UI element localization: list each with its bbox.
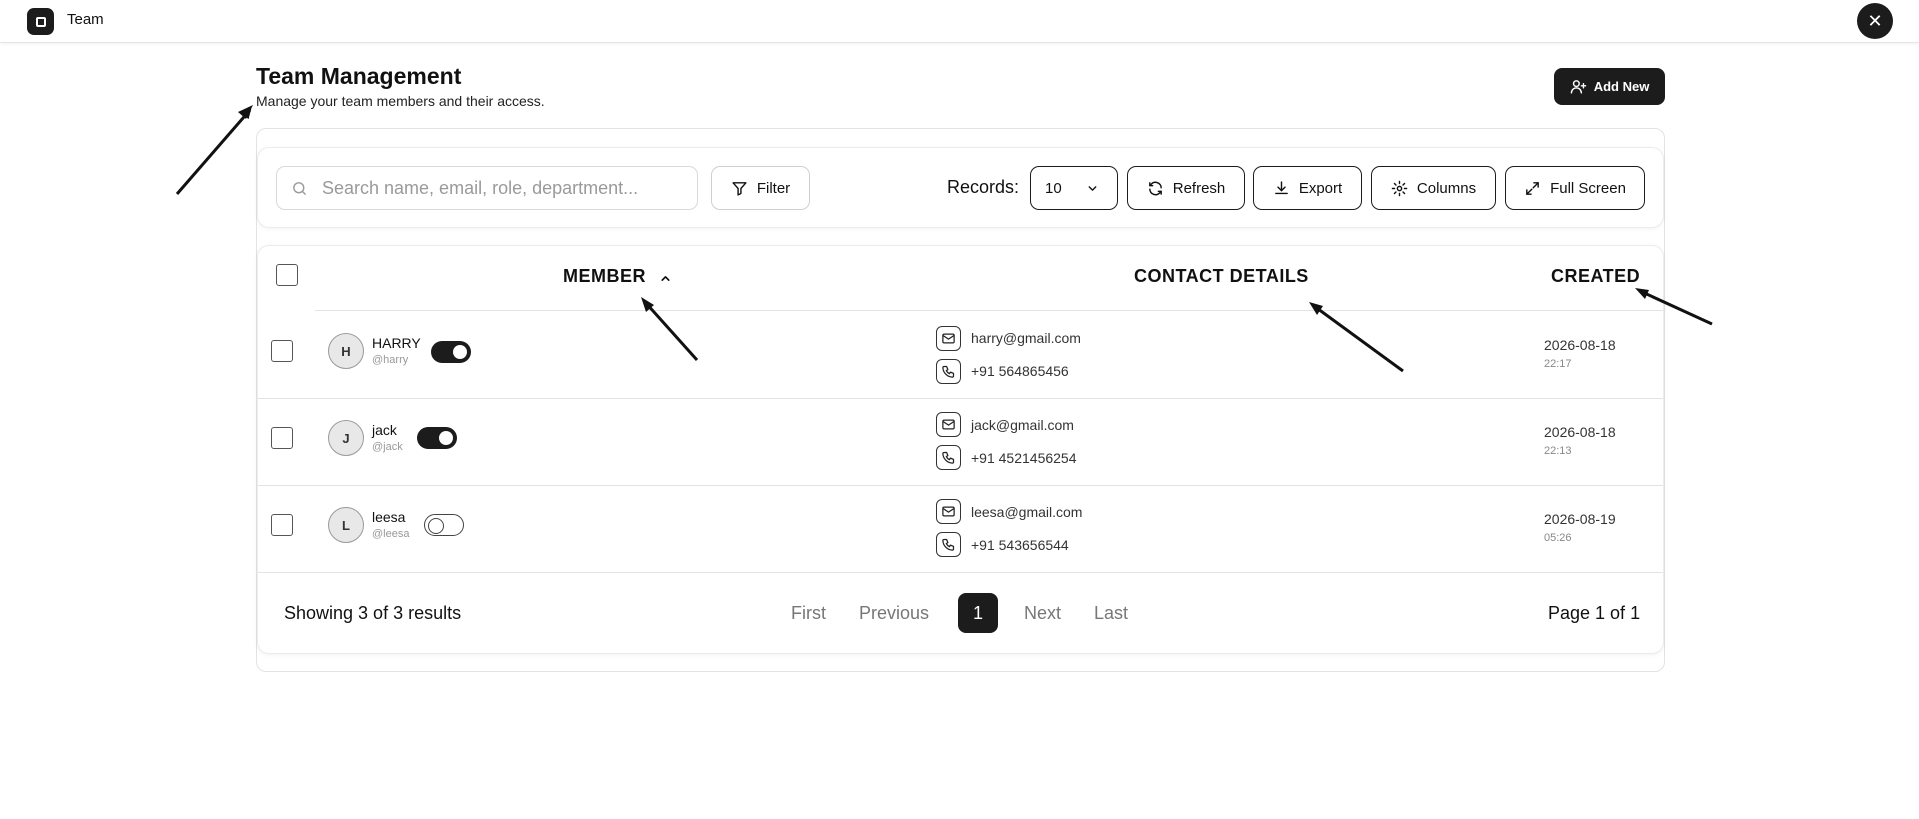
records-select[interactable]: 10 [1030, 166, 1118, 210]
member-name: HARRY [372, 335, 421, 351]
status-toggle[interactable] [431, 341, 471, 363]
avatar: J [328, 420, 364, 456]
member-email[interactable]: leesa@gmail.com [971, 504, 1082, 520]
column-header-contact[interactable]: CONTACT DETAILS [1134, 266, 1309, 287]
app-logo-icon [27, 8, 54, 35]
phone-icon [936, 532, 961, 557]
current-page-button[interactable]: 1 [958, 593, 998, 633]
footer-divider [258, 572, 1663, 573]
member-handle: @leesa [372, 528, 410, 540]
export-button[interactable]: Export [1253, 166, 1362, 210]
previous-page-button[interactable]: Previous [859, 603, 929, 624]
app-title: Team [67, 11, 104, 28]
search-input[interactable] [322, 177, 662, 199]
member-phone[interactable]: +91 564865456 [971, 363, 1069, 379]
export-label: Export [1298, 179, 1343, 197]
member-name: leesa [372, 509, 406, 525]
search-box[interactable] [276, 166, 698, 210]
columns-button[interactable]: Columns [1371, 166, 1496, 210]
page-indicator: Page 1 of 1 [1548, 603, 1641, 623]
created-time: 22:17 [1544, 358, 1572, 370]
close-icon: ✕ [1867, 10, 1883, 31]
download-icon [1274, 180, 1288, 194]
row-checkbox[interactable] [271, 514, 293, 536]
created-time: 22:13 [1544, 445, 1572, 457]
avatar: H [328, 333, 364, 369]
row-checkbox[interactable] [271, 427, 293, 449]
page-subtitle: Manage your team members and their acces… [256, 93, 545, 109]
last-page-button[interactable]: Last [1094, 603, 1128, 624]
add-new-button[interactable]: Add New [1554, 68, 1665, 105]
column-header-member[interactable]: MEMBER [563, 266, 646, 287]
expand-icon [1526, 181, 1539, 195]
mail-icon [936, 412, 961, 437]
status-toggle[interactable] [424, 514, 464, 536]
close-button[interactable]: ✕ [1857, 3, 1893, 39]
chevron-down-icon [1088, 185, 1097, 191]
member-handle: @harry [372, 354, 409, 366]
member-email[interactable]: harry@gmail.com [971, 330, 1081, 346]
avatar: L [328, 507, 364, 543]
member-name: jack [372, 422, 397, 438]
next-page-button[interactable]: Next [1024, 603, 1061, 624]
select-all-checkbox[interactable] [276, 264, 298, 286]
filter-label: Filter [756, 179, 791, 197]
refresh-button[interactable]: Refresh [1127, 166, 1245, 210]
filter-icon [732, 181, 747, 196]
phone-icon [936, 359, 961, 384]
full-screen-button[interactable]: Full Screen [1505, 166, 1645, 210]
header-divider [315, 310, 1663, 311]
phone-icon [936, 445, 961, 470]
column-header-created[interactable]: CREATED [1551, 266, 1640, 287]
created-date: 2026-08-18 [1544, 424, 1616, 440]
full-screen-label: Full Screen [1550, 179, 1626, 197]
search-icon [293, 181, 306, 195]
row-checkbox[interactable] [271, 340, 293, 362]
row-divider [258, 485, 1663, 486]
created-time: 05:26 [1544, 532, 1572, 544]
top-bar: Team ✕ [0, 0, 1919, 43]
records-label: Records: [947, 177, 1020, 197]
member-email[interactable]: jack@gmail.com [971, 417, 1074, 433]
row-divider [258, 398, 1663, 399]
arrow-to-subtitle [175, 108, 252, 195]
user-plus-icon [1570, 80, 1586, 94]
refresh-label: Refresh [1172, 179, 1226, 197]
columns-label: Columns [1416, 179, 1477, 197]
mail-icon [936, 499, 961, 524]
status-toggle[interactable] [417, 427, 457, 449]
created-date: 2026-08-18 [1544, 337, 1616, 353]
add-new-label: Add New [1593, 79, 1650, 94]
created-date: 2026-08-19 [1544, 511, 1616, 527]
results-count: Showing 3 of 3 results [284, 603, 462, 623]
member-phone[interactable]: +91 4521456254 [971, 450, 1077, 466]
page-title: Team Management [256, 63, 462, 89]
member-handle: @jack [372, 441, 403, 453]
arrowhead [238, 105, 253, 119]
records-value: 10 [1045, 179, 1062, 197]
filter-button[interactable]: Filter [711, 166, 810, 210]
mail-icon [936, 326, 961, 351]
first-page-button[interactable]: First [791, 603, 826, 624]
gear-icon [1391, 180, 1408, 196]
refresh-icon [1148, 181, 1162, 195]
member-phone[interactable]: +91 543656544 [971, 537, 1069, 553]
chevron-up-icon[interactable] [659, 272, 672, 285]
